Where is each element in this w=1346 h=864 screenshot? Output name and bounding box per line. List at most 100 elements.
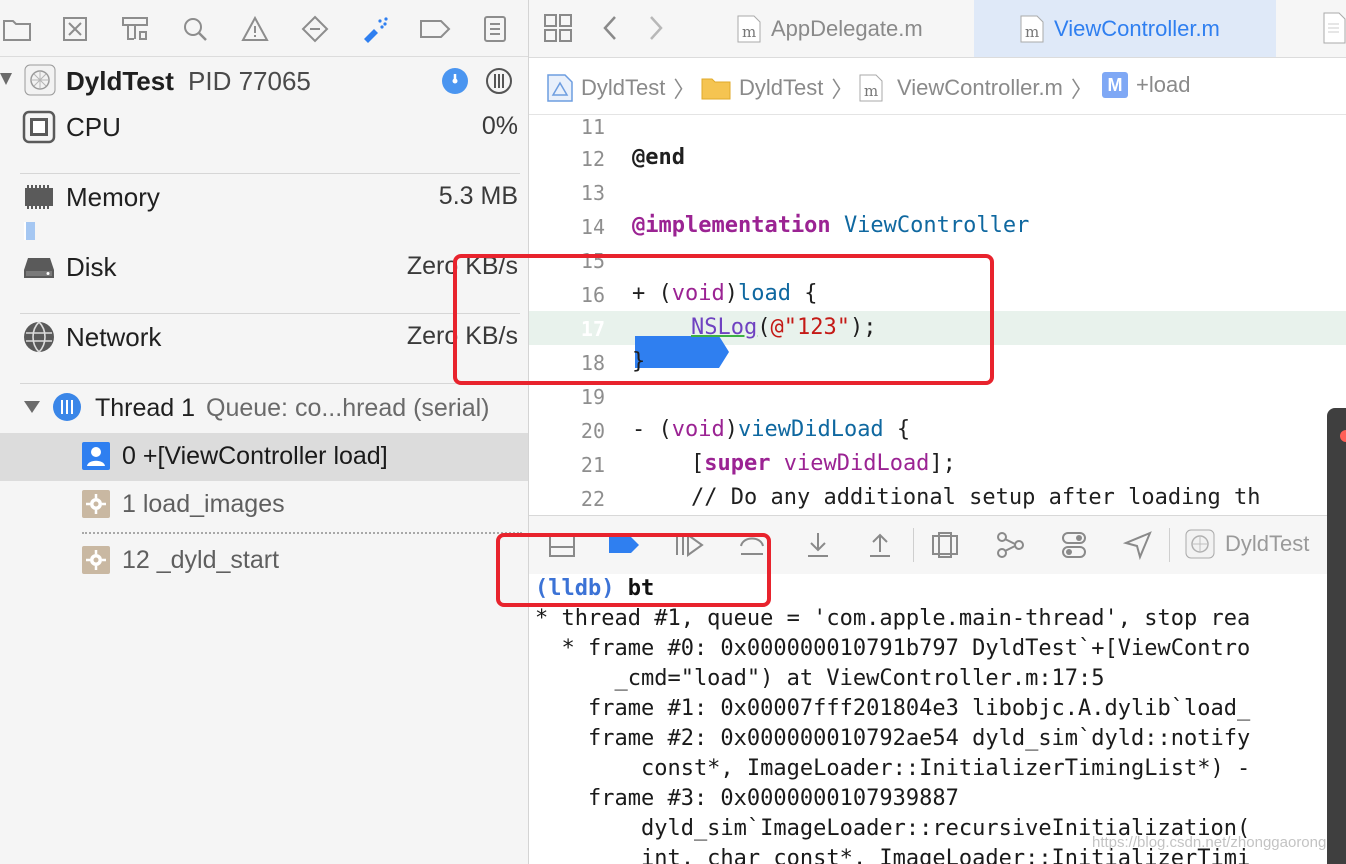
chevron-right-icon: 〉 xyxy=(831,77,854,102)
stack-frame-label: 12 _dyld_start xyxy=(122,546,280,574)
divider xyxy=(20,173,520,174)
breakpoint-tag-icon[interactable] xyxy=(418,12,452,46)
issue-warning-icon[interactable] xyxy=(238,12,272,46)
gauge-network[interactable]: Network Zero KB/s xyxy=(20,318,520,384)
console-output-line: const*, ImageLoader::InitializerTimingLi… xyxy=(535,756,1251,781)
gauge-speed-icon[interactable] xyxy=(441,67,469,100)
gauge-cpu[interactable]: CPU 0% xyxy=(20,108,520,174)
step-out-icon[interactable] xyxy=(865,530,895,560)
folder-icon[interactable] xyxy=(0,12,34,46)
console-output-line: _cmd="load") at ViewController.m:17:5 xyxy=(535,666,1105,691)
debug-target-label: DyldTest xyxy=(1225,531,1310,556)
chevron-right-icon: 〉 xyxy=(673,77,696,102)
tab-label: ViewController.m xyxy=(1054,15,1220,41)
jumpbar-label: DyldTest xyxy=(739,75,824,100)
code-text: @implementation ViewController xyxy=(632,213,1030,238)
disclosure-triangle-icon[interactable] xyxy=(24,400,40,419)
editor-area: m AppDelegate.m m ViewController.m DyldT… xyxy=(529,0,1346,864)
method-badge-icon: M xyxy=(1102,72,1128,98)
jumpbar-group[interactable]: DyldTest 〉 xyxy=(701,72,853,104)
stack-frame-row[interactable]: 1 load_images xyxy=(0,481,528,529)
gauge-label: Network xyxy=(66,322,162,352)
view-hierarchy-icon[interactable] xyxy=(930,530,960,560)
system-frame-icon xyxy=(82,546,110,579)
gauge-label: CPU xyxy=(66,112,121,142)
lldb-console[interactable]: (lldb) bt * thread #1, queue = 'com.appl… xyxy=(529,574,1346,864)
divider xyxy=(20,383,520,384)
symbol-navigator-icon[interactable] xyxy=(118,12,152,46)
thread-row[interactable]: Thread 1 Queue: co...hread (serial) xyxy=(0,386,528,432)
code-line: 12 @end xyxy=(529,141,1346,175)
stack-frame-label: 1 load_images xyxy=(122,490,285,518)
related-items-grid-icon[interactable] xyxy=(543,13,573,48)
thread-icon xyxy=(52,392,82,427)
process-row[interactable]: DyldTest PID 77065 xyxy=(0,58,528,104)
jumpbar-method[interactable]: M +load xyxy=(1102,72,1190,98)
disk-icon xyxy=(22,250,56,284)
forward-chevron-icon[interactable] xyxy=(647,15,665,46)
stack-frame-label: 0 +[ViewController load] xyxy=(122,442,388,470)
system-frame-icon xyxy=(82,490,110,523)
step-into-icon[interactable] xyxy=(803,530,833,560)
thread-name: Thread 1 xyxy=(95,394,196,422)
svg-text:m: m xyxy=(742,23,756,41)
back-chevron-icon[interactable] xyxy=(601,15,619,46)
console-output-line: frame #3: 0x0000000107939887 xyxy=(535,786,959,811)
view-process-threads-icon[interactable] xyxy=(485,67,513,100)
svg-text:m: m xyxy=(1025,23,1039,41)
gauge-disk[interactable]: Disk Zero KB/s xyxy=(20,248,520,314)
search-icon[interactable] xyxy=(178,12,212,46)
stack-frame-row[interactable]: 12 _dyld_start xyxy=(0,537,528,585)
app-process-icon xyxy=(24,64,56,101)
annotation-highlight-box xyxy=(496,533,771,607)
gauge-memory[interactable]: Memory 5.3 MB xyxy=(20,178,518,244)
objc-file-icon: m xyxy=(1020,15,1044,43)
code-text: - (void)viewDidLoad { xyxy=(632,417,911,442)
line-number: 21 xyxy=(580,453,605,477)
overlapping-window-edge xyxy=(1327,408,1346,864)
code-text: [super viewDidLoad]; xyxy=(691,451,956,476)
folder-icon xyxy=(701,78,731,100)
divider xyxy=(1169,528,1170,562)
project-icon xyxy=(547,74,573,102)
memory-graph-icon[interactable] xyxy=(995,530,1025,560)
test-diamond-icon[interactable] xyxy=(298,12,332,46)
disclosure-triangle-icon[interactable] xyxy=(0,72,12,91)
line-number: 13 xyxy=(580,181,605,205)
gauge-value: 0% xyxy=(481,112,518,140)
debug-spray-icon[interactable] xyxy=(358,12,392,46)
console-output-line: frame #2: 0x000000010792ae54 dyld_sim`dy… xyxy=(535,726,1251,751)
stack-frame-row[interactable]: 0 +[ViewController load] xyxy=(0,433,528,481)
jumpbar-file[interactable]: m ViewController.m 〉 xyxy=(859,72,1093,104)
report-list-icon[interactable] xyxy=(478,12,512,46)
code-comment: // Do any additional setup after loading… xyxy=(691,485,1261,510)
code-line: 22 // Do any additional setup after load… xyxy=(529,481,1346,515)
tab-viewcontroller[interactable]: m ViewController.m xyxy=(974,0,1276,57)
thread-queue: Queue: co...hread (serial) xyxy=(206,394,490,422)
chevron-right-icon: 〉 xyxy=(1070,77,1093,102)
source-control-icon[interactable] xyxy=(58,12,92,46)
next-tab-file-icon[interactable] xyxy=(1323,12,1346,49)
debug-target-selector[interactable]: DyldTest xyxy=(1185,529,1309,559)
memory-usage-bar xyxy=(24,222,35,240)
gauge-value: 5.3 MB xyxy=(438,182,518,210)
collapsed-frames-divider xyxy=(82,532,522,534)
environment-overrides-icon[interactable] xyxy=(1059,530,1089,560)
objc-file-icon: m xyxy=(859,74,883,102)
divider xyxy=(913,528,914,562)
jumpbar-project[interactable]: DyldTest 〉 xyxy=(547,72,695,104)
jump-bar: DyldTest 〉 DyldTest 〉 m ViewController.m… xyxy=(529,58,1346,115)
navigator-toolbar xyxy=(0,0,528,57)
simulate-location-icon[interactable] xyxy=(1122,530,1153,561)
memory-icon xyxy=(22,180,56,214)
code-line: 11 xyxy=(529,115,1346,143)
process-pid: PID 77065 xyxy=(188,66,311,96)
jumpbar-label: ViewController.m xyxy=(897,75,1063,100)
code-line: 13 xyxy=(529,175,1346,209)
process-name: DyldTest xyxy=(66,66,174,96)
tab-appdelegate[interactable]: m AppDelegate.m xyxy=(719,0,969,57)
debug-navigator: DyldTest PID 77065 CPU 0% Memory 5.3 MB … xyxy=(0,0,529,864)
console-output-line: * thread #1, queue = 'com.apple.main-thr… xyxy=(535,606,1251,631)
jumpbar-label: DyldTest xyxy=(581,75,666,100)
line-number: 22 xyxy=(580,487,605,511)
